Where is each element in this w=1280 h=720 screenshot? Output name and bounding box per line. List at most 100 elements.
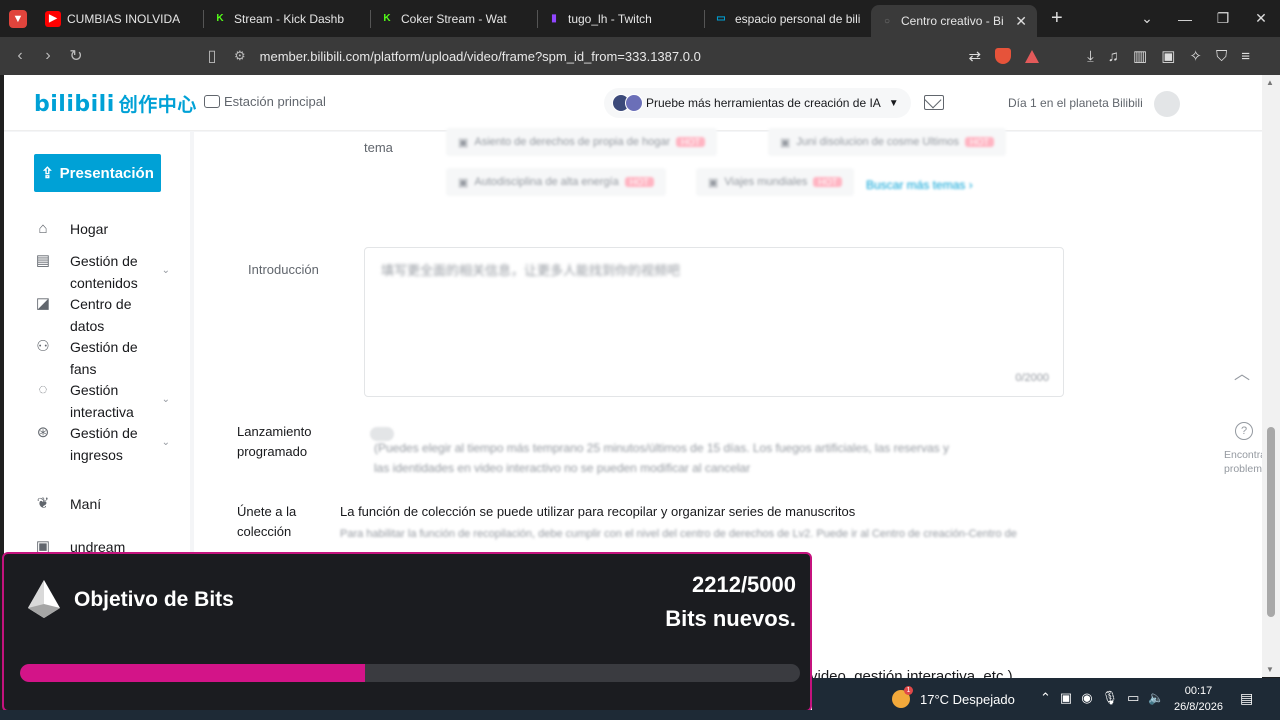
close-tab-icon[interactable]: ✕	[1015, 13, 1027, 30]
scroll-down-arrow[interactable]: ▼	[1266, 665, 1274, 674]
weather-text[interactable]: 17°C Despejado	[920, 692, 1015, 707]
volume-icon[interactable]: 🔈	[1148, 690, 1164, 706]
bits-goal-widget: Objetivo de Bits 2212/5000 Bits nuevos.	[2, 552, 812, 712]
clock-date: 26/8/2026	[1174, 701, 1223, 713]
fans-icon: ⚇	[36, 338, 50, 355]
leo-ai-icon[interactable]: ✧	[1189, 47, 1202, 65]
scroll-thumb[interactable]	[1267, 427, 1275, 617]
menu-icon[interactable]: ≡	[1241, 48, 1250, 65]
chevron-up-icon[interactable]: ︿	[1234, 360, 1250, 384]
schedule-hint: las identidades en video interactivo no …	[374, 461, 751, 475]
topic-tag[interactable]: ▣ Viajes mundiales HOT	[696, 168, 855, 196]
sidebar-item-fans[interactable]: ⚇ Gestión de fans	[34, 336, 184, 380]
char-counter: 0/2000	[1015, 372, 1049, 384]
url-field[interactable]: ⚙ member.bilibili.com/platform/upload/vi…	[234, 42, 898, 70]
hash-icon: ▣	[458, 136, 469, 149]
kick-icon: K	[216, 13, 224, 24]
browser-menu-icon[interactable]: ▼	[9, 9, 27, 28]
vpn-icon[interactable]: ⛉	[1216, 48, 1227, 65]
window-controls: ⌄ — ❐ ✕	[1128, 0, 1280, 37]
publish-button[interactable]: ⇪ Presentación	[34, 154, 161, 192]
mail-icon[interactable]	[924, 95, 944, 110]
tab-list: ▶ CUMBIAS INOLVIDA K Stream - Kick Dashb K…	[37, 0, 1037, 37]
bits-goal-subtitle: Bits nuevos.	[665, 606, 796, 631]
browser-tab-strip: ▼ ▶ CUMBIAS INOLVIDA K Stream - Kick Dashb…	[0, 0, 1280, 37]
tab-search-icon[interactable]: ⌄	[1128, 10, 1166, 27]
topic-label: tema	[364, 140, 393, 155]
sidebar-item-interactive[interactable]: ◌ Gestión interactiva ⌄	[34, 379, 184, 423]
tab-youtube[interactable]: ▶ CUMBIAS INOLVIDA	[37, 4, 203, 34]
brave-rewards-icon[interactable]	[1025, 49, 1040, 63]
income-icon: ⊛	[36, 424, 50, 441]
hash-icon: ▣	[458, 176, 469, 189]
intro-textarea[interactable]: 填写更全面的相关信息，让更多人能找到你的视频吧 0/2000	[364, 247, 1064, 397]
clock[interactable]: 00:17 26/8/2026	[1174, 683, 1223, 715]
app-tray-icon[interactable]: ▣	[1060, 690, 1072, 706]
close-window-button[interactable]: ✕	[1242, 10, 1280, 27]
reload-icon[interactable]: ↻	[62, 46, 90, 66]
minimize-button[interactable]: —	[1166, 11, 1204, 27]
topic-tag[interactable]: ▣ Autodisciplina de alta energía HOT	[446, 168, 666, 196]
system-tray: ⌃ ▣ ◉ 🎙 ▭ 🔈	[1040, 690, 1165, 706]
help-text: Encontrar problemas	[1224, 449, 1262, 475]
brave-shield-icon[interactable]	[995, 48, 1012, 64]
sidebar-item-income[interactable]: ⊛ Gestión de ingresos ⌄	[34, 422, 184, 466]
network-icon[interactable]: ▭	[1127, 690, 1139, 706]
topic-tag[interactable]: ▣ Juni disolucion de cosme Ultimos HOT	[768, 128, 1007, 156]
avatar[interactable]	[1154, 91, 1180, 117]
tab-kick-dashboard[interactable]: K Stream - Kick Dashb	[204, 4, 370, 34]
main-station-link[interactable]: Estación principal	[204, 94, 326, 109]
more-topics-link[interactable]: Buscar más temas ›	[866, 178, 973, 192]
bits-goal-title: Objetivo de Bits	[74, 588, 234, 611]
back-icon[interactable]: ‹	[6, 47, 34, 65]
wallet-icon[interactable]: ▣	[1161, 47, 1175, 65]
hash-icon: ▣	[708, 176, 719, 189]
sidebar-toggle-icon[interactable]: ▥	[1133, 47, 1147, 65]
help-icon: ?	[1235, 422, 1253, 440]
bits-goal-count: 2212/5000	[692, 572, 796, 597]
bits-gem-icon	[28, 580, 60, 618]
ai-avatars	[612, 94, 643, 112]
download-icon[interactable]: ⤓	[1087, 48, 1094, 65]
tab-bilibili-space[interactable]: ▭ espacio personal de bili	[705, 4, 871, 34]
schedule-toggle[interactable]	[370, 427, 394, 441]
loading-icon: ○	[883, 15, 891, 27]
ai-tools-dropdown[interactable]: Pruebe más herramientas de creación de I…	[604, 88, 911, 118]
notifications-icon[interactable]: ▤	[1240, 690, 1253, 707]
chevron-down-icon: ▼	[888, 97, 899, 109]
meet-icon[interactable]: ◉	[1081, 690, 1092, 706]
intro-placeholder: 填写更全面的相关信息，让更多人能找到你的视频吧	[381, 263, 681, 278]
sidebar-item-peanut[interactable]: ❦ Maní	[34, 493, 184, 515]
collection-requirement: Para habilitar la función de recopilació…	[340, 528, 1017, 540]
chevron-down-icon: ⌄	[161, 394, 170, 405]
clock-time: 00:17	[1184, 685, 1213, 697]
bookmark-icon[interactable]: ▯	[198, 46, 226, 66]
page-scrollbar[interactable]: ▲ ▼	[1262, 75, 1280, 677]
restore-button[interactable]: ❐	[1204, 10, 1242, 27]
sidebar-item-home[interactable]: ⌂ Hogar	[34, 218, 184, 240]
translate-icon[interactable]: ⇄	[969, 47, 982, 65]
taskbar-strip	[0, 710, 812, 720]
site-info-icon[interactable]: ⚙	[234, 48, 246, 64]
scroll-up-arrow[interactable]: ▲	[1266, 78, 1274, 87]
music-icon[interactable]: ♫	[1108, 48, 1119, 65]
bilibili-logo[interactable]: bilibili 创作中心	[34, 90, 197, 117]
upload-icon: ⇪	[41, 165, 54, 182]
bilibili-tv-icon: ▭	[716, 13, 726, 24]
tab-creative-center[interactable]: ○ Centro creativo - Bi ✕	[871, 5, 1037, 37]
tab-twitch[interactable]: ▮ tugo_lh - Twitch	[538, 4, 704, 34]
sidebar-item-content[interactable]: ▤ Gestión de contenidos ⌄	[34, 250, 184, 294]
forward-icon[interactable]: ›	[34, 47, 62, 65]
microphone-icon[interactable]: 🎙	[1102, 690, 1119, 706]
toolbar-icons: ⇄ ⤓ ♫ ▥ ▣ ✧ ⛉ ≡	[969, 37, 1250, 75]
tab-kick-stream[interactable]: K Coker Stream - Wat	[371, 4, 537, 34]
help-panel[interactable]: ? Encontrar problemas	[1224, 422, 1262, 476]
content-icon: ▤	[35, 252, 51, 269]
chevron-up-icon[interactable]: ⌃	[1040, 690, 1051, 706]
home-icon: ⌂	[38, 220, 48, 237]
tv-icon	[204, 95, 220, 108]
chevron-down-icon: ⌄	[161, 437, 170, 448]
topic-tag[interactable]: ▣ Asiento de derechos de propia de hogar H…	[446, 128, 718, 156]
sidebar-item-data[interactable]: ◪ Centro de datos	[34, 293, 184, 337]
new-tab-button[interactable]: +	[1051, 7, 1063, 30]
